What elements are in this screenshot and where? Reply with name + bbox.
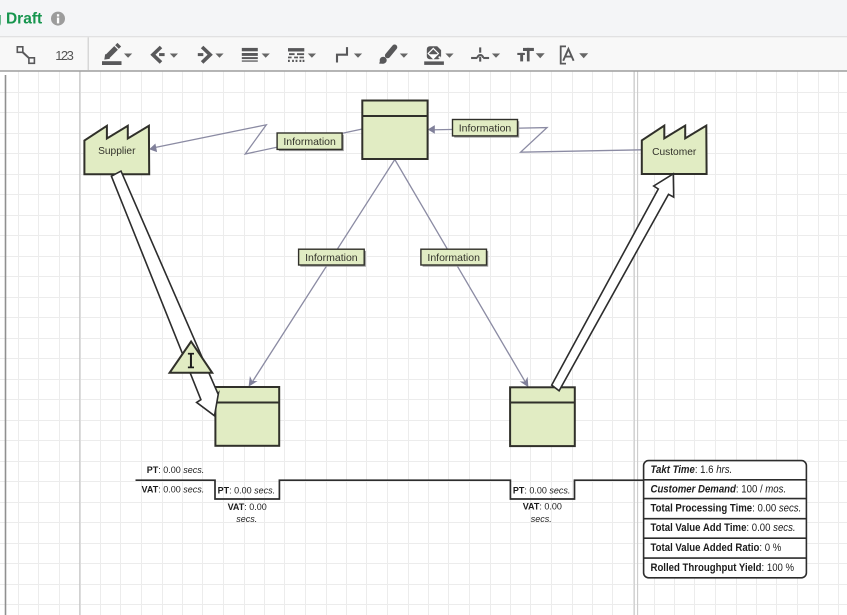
svg-text:Customer: Customer <box>652 147 697 158</box>
svg-text:VAT: 0.00: VAT: 0.00 <box>523 502 562 512</box>
svg-text:Customer Demand: 100 / mos.: Customer Demand: 100 / mos. <box>651 484 787 496</box>
svg-text:Information: Information <box>283 136 336 148</box>
svg-text:Information: Information <box>305 252 358 264</box>
svg-text:Total Value Add Time: 0.00 sec: Total Value Add Time: 0.00 secs. <box>651 523 796 535</box>
svg-text:PT: 0.00 secs.: PT: 0.00 secs. <box>218 486 276 496</box>
svg-text:123: 123 <box>55 48 73 63</box>
svg-text:secs.: secs. <box>531 514 552 524</box>
svg-text:Information: Information <box>459 123 512 135</box>
svg-text:VAT: 0.00: VAT: 0.00 <box>228 502 267 512</box>
svg-text:secs.: secs. <box>236 514 257 524</box>
svg-text:Total Value Added Ratio: 0 %: Total Value Added Ratio: 0 % <box>651 543 782 555</box>
svg-text:Information: Information <box>427 252 480 264</box>
svg-text:Total Processing Time: 0.00 se: Total Processing Time: 0.00 secs. <box>651 503 802 515</box>
svg-text:g Draft: g Draft <box>0 11 42 28</box>
svg-text:PT: 0.00 secs.: PT: 0.00 secs. <box>147 465 205 475</box>
svg-text:VAT: 0.00 secs.: VAT: 0.00 secs. <box>142 485 205 495</box>
svg-text:Rolled Throughput Yield: 100 %: Rolled Throughput Yield: 100 % <box>651 562 795 574</box>
svg-text:Supplier: Supplier <box>98 146 136 157</box>
svg-text:PT: 0.00 secs.: PT: 0.00 secs. <box>513 485 571 495</box>
svg-text:Takt Time: 1.6 hrs.: Takt Time: 1.6 hrs. <box>651 465 733 477</box>
